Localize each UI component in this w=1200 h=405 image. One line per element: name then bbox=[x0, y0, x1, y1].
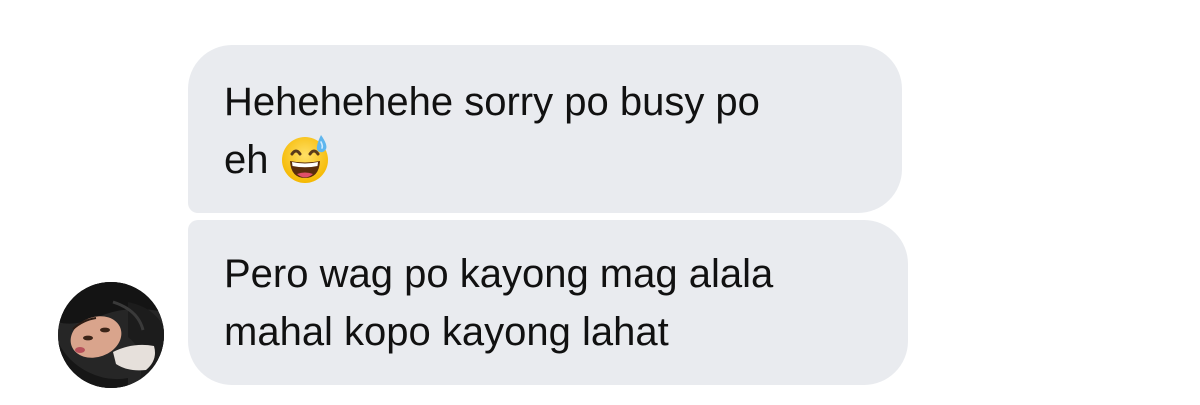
message-line: Hehehehehe sorry po busy po bbox=[224, 80, 760, 124]
message-bubble[interactable]: Pero wag po kayong mag alala mahal kopo … bbox=[188, 220, 908, 385]
avatar-photo bbox=[58, 282, 164, 388]
grinning-face-with-sweat-icon bbox=[279, 133, 331, 185]
message-thread: Hehehehehe sorry po busy po eh Pero wag … bbox=[0, 0, 1200, 405]
message-bubble[interactable]: Hehehehehe sorry po busy po eh bbox=[188, 45, 902, 213]
message-line: Pero wag po kayong mag alala bbox=[224, 252, 774, 296]
message-line: mahal kopo kayong lahat bbox=[224, 310, 669, 354]
avatar[interactable] bbox=[58, 282, 164, 388]
message-text: eh bbox=[224, 138, 269, 182]
message-line-with-emoji: eh bbox=[224, 131, 866, 189]
